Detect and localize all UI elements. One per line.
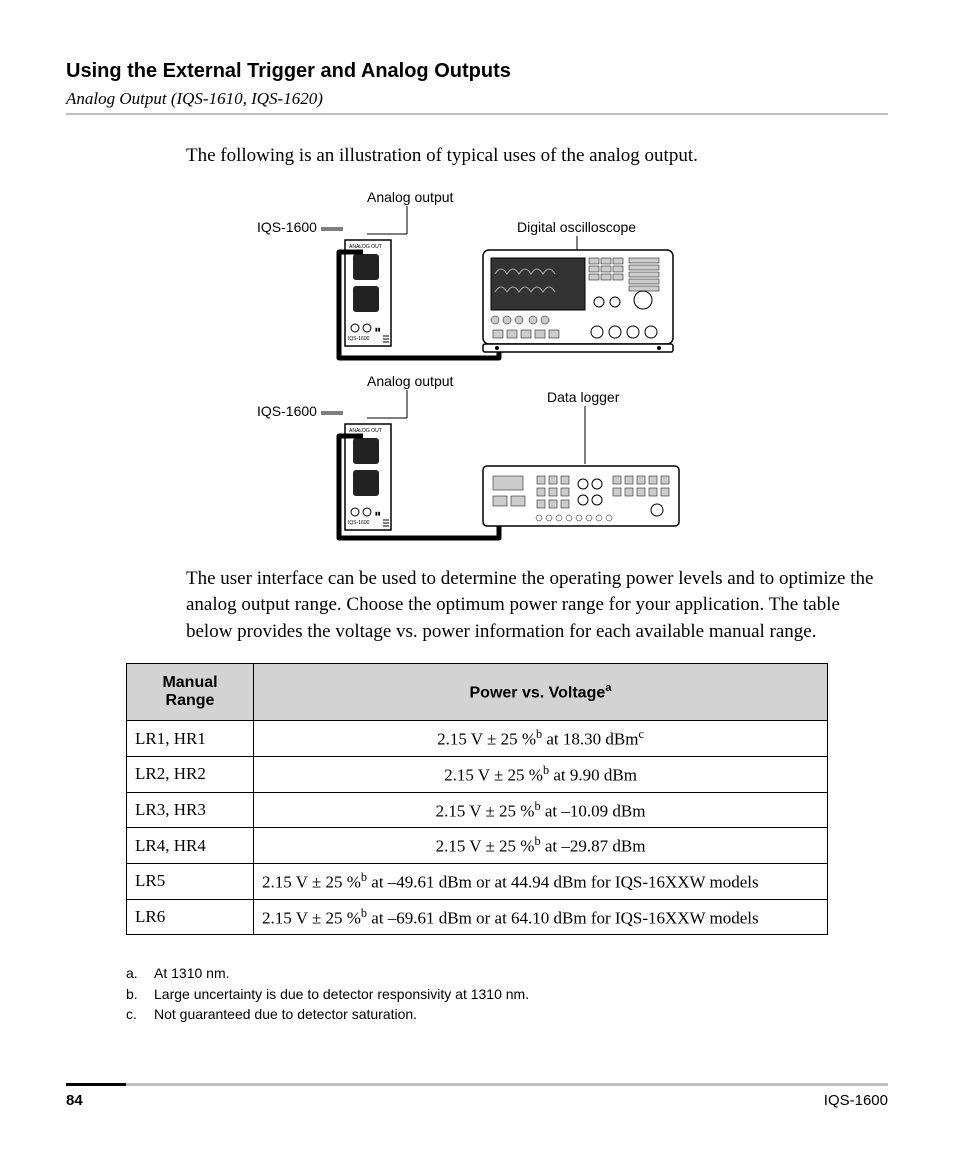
- svg-text:▮▮: ▮▮: [375, 511, 381, 517]
- diagram-bottom-device-label: Data logger: [547, 389, 620, 405]
- svg-text:IQS-1600: IQS-1600: [348, 520, 370, 526]
- table-cell-range: LR1, HR1: [127, 721, 254, 757]
- diagram-bottom-port-label: Analog output: [367, 373, 454, 389]
- table-row: LR1, HR12.15 V ± 25 %b at 18.30 dBmc: [127, 721, 828, 757]
- body-paragraph: The user interface can be used to determ…: [186, 566, 878, 646]
- data-logger-icon: [483, 466, 679, 526]
- table-cell-value: 2.15 V ± 25 %b at –10.09 dBm: [254, 792, 828, 828]
- table-row: LR3, HR32.15 V ± 25 %b at –10.09 dBm: [127, 792, 828, 828]
- iqs-module-icon: ANALOG OUT ▮▮ IQS-1600: [345, 240, 391, 346]
- table-cell-range: LR2, HR2: [127, 757, 254, 793]
- iqs-module-icon: ANALOG OUT ▮▮ IQS-1600: [345, 424, 391, 530]
- table-row: LR52.15 V ± 25 %b at –49.61 dBm or at 44…: [127, 864, 828, 900]
- svg-text:IQS-1600: IQS-1600: [348, 336, 370, 342]
- table-cell-value: 2.15 V ± 25 %b at –29.87 dBm: [254, 828, 828, 864]
- footnote: a.At 1310 nm.: [126, 963, 828, 983]
- header-rule: [66, 113, 888, 115]
- table-header-range: Manual Range: [127, 664, 254, 721]
- page-number: 84: [66, 1092, 83, 1109]
- svg-text:ANALOG OUT: ANALOG OUT: [349, 428, 382, 434]
- diagram-container: Analog output IQS-1600 Digital oscillosc…: [66, 184, 888, 544]
- footnotes: a.At 1310 nm.b.Large uncertainty is due …: [126, 963, 828, 1024]
- section-title: Using the External Trigger and Analog Ou…: [66, 60, 888, 83]
- table-row: LR62.15 V ± 25 %b at –69.61 dBm or at 64…: [127, 899, 828, 935]
- table-cell-range: LR4, HR4: [127, 828, 254, 864]
- diagram-svg: Analog output IQS-1600 Digital oscillosc…: [237, 184, 717, 544]
- table-cell-range: LR3, HR3: [127, 792, 254, 828]
- power-voltage-table: Manual Range Power vs. Voltagea LR1, HR1…: [126, 663, 828, 935]
- footnote: b.Large uncertainty is due to detector r…: [126, 984, 828, 1004]
- diagram-top-device-label: Digital oscilloscope: [517, 219, 636, 235]
- table-row: LR2, HR22.15 V ± 25 %b at 9.90 dBm: [127, 757, 828, 793]
- diagram-top-port-label: Analog output: [367, 189, 454, 205]
- table-cell-range: LR5: [127, 864, 254, 900]
- footnote: c.Not guaranteed due to detector saturat…: [126, 1004, 828, 1024]
- intro-paragraph: The following is an illustration of typi…: [186, 143, 878, 170]
- oscilloscope-icon: [483, 250, 673, 352]
- footer-model: IQS-1600: [824, 1092, 888, 1109]
- table-cell-value: 2.15 V ± 25 %b at –49.61 dBm or at 44.94…: [254, 864, 828, 900]
- table-cell-value: 2.15 V ± 25 %b at 9.90 dBm: [254, 757, 828, 793]
- svg-text:ANALOG OUT: ANALOG OUT: [349, 244, 382, 250]
- table-header-power: Power vs. Voltagea: [254, 664, 828, 721]
- page: Using the External Trigger and Analog Ou…: [0, 0, 954, 1159]
- section-subtitle: Analog Output (IQS-1610, IQS-1620): [66, 89, 888, 109]
- svg-text:▮▮: ▮▮: [375, 327, 381, 333]
- diagram-top-module-label: IQS-1600: [257, 219, 317, 235]
- table-container: Manual Range Power vs. Voltagea LR1, HR1…: [126, 663, 828, 935]
- table-cell-range: LR6: [127, 899, 254, 935]
- table-cell-value: 2.15 V ± 25 %b at –69.61 dBm or at 64.10…: [254, 899, 828, 935]
- table-cell-value: 2.15 V ± 25 %b at 18.30 dBmc: [254, 721, 828, 757]
- table-row: LR4, HR42.15 V ± 25 %b at –29.87 dBm: [127, 828, 828, 864]
- page-footer: 84 IQS-1600: [66, 1083, 888, 1109]
- diagram-bottom-module-label: IQS-1600: [257, 403, 317, 419]
